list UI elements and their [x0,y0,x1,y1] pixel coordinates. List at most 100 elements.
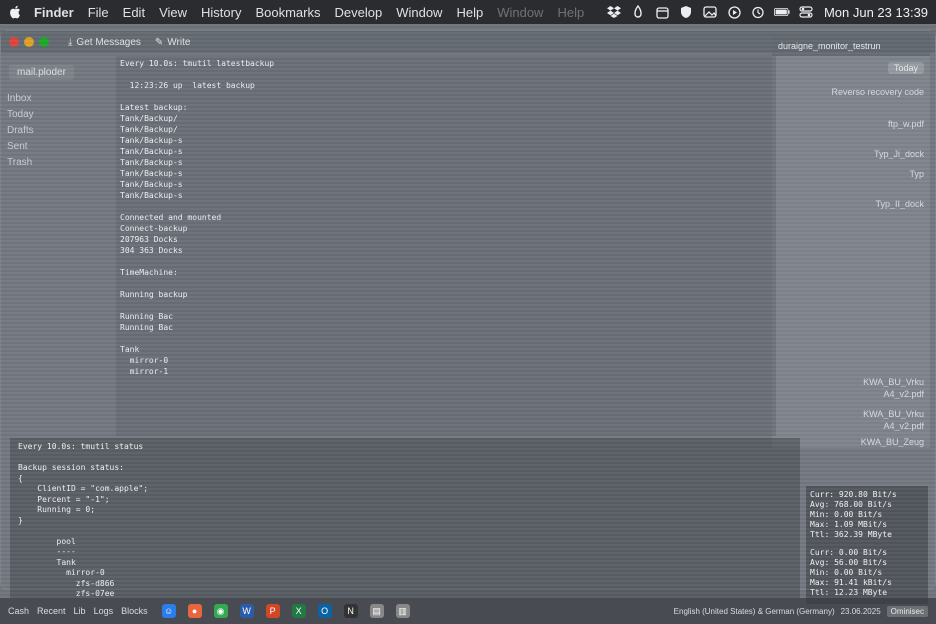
terminal-line: Running Bac [120,312,173,321]
terminal-line: ClientID = "com.apple"; [18,484,149,493]
finder-dock-icon[interactable]: ☺ [161,604,176,618]
folder-inbox[interactable]: Inbox [7,91,112,107]
terminal-line: Tank [120,345,140,354]
terminal-line: Backup session status: [18,463,124,472]
document-dock-icon[interactable]: ▥ [395,604,410,618]
terminal-line: 304 363 Docks [120,246,183,255]
menu-item-window[interactable]: Window [396,5,442,20]
dock-date: 23.06.2025 [840,606,881,616]
word-dock-icon[interactable]: W [239,604,254,618]
net-stat-line: Ttl: 362.39 MByte [810,530,892,539]
file-item[interactable]: KWA_BU_Vrku [863,376,924,388]
folder-sent[interactable]: Sent [7,139,112,155]
powerpoint-dock-icon[interactable]: P [265,604,280,618]
menu-item-view[interactable]: View [159,5,187,20]
file-item[interactable]: Typ_Ji_dock [874,148,924,160]
dock-label[interactable]: Lib [74,606,86,616]
terminal-line: mirror-0 [18,568,105,577]
menu-item-history[interactable]: History [201,5,241,20]
folder-trash[interactable]: Trash [7,155,112,171]
net-stat-line: Min: 0.00 Bit/s [810,510,883,519]
file-item[interactable]: ftp_w.pdf [888,118,924,130]
close-window-icon[interactable] [9,37,19,47]
file-item[interactable]: Typ [909,168,924,180]
image-icon[interactable] [702,4,718,20]
zoom-window-icon[interactable] [39,37,49,47]
net-stat-line: Ttl: 12.23 MByte [810,588,888,597]
minimize-window-icon[interactable] [24,37,34,47]
net-stat-line: Max: 91.41 kBit/s [810,578,892,587]
terminal-line: zfs-d866 [18,578,115,588]
network-stats-panel: Curr: 920.80 Bit/s Avg: 768.00 Bit/s Min: … [806,486,928,604]
input-language: English (United States) & German (German… [673,606,835,616]
today-button[interactable]: Today [887,62,924,74]
menu-item-app[interactable]: Finder [34,5,74,20]
dropbox-icon[interactable] [606,4,622,20]
shield-icon[interactable] [678,4,694,20]
file-panel-header: duraigne_monitor_testrun [772,36,930,56]
terminal-line: Tank [18,557,76,567]
notion-dock-icon[interactable]: N [343,604,358,618]
net-stat-gap [810,540,924,548]
terminal-line: Tank/Backup-s [120,191,183,200]
fuel-icon[interactable] [630,4,646,20]
menu-item-develop[interactable]: Develop [335,5,383,20]
outlook-dock-icon[interactable]: O [317,604,332,618]
dock-label[interactable]: Cash [8,606,29,616]
menu-item-bookmarks[interactable]: Bookmarks [255,5,320,20]
terminal-line: 12:23:26 up latest backup [120,81,255,90]
file-item[interactable]: KWA_BU_Zeug [861,436,924,448]
folder-drafts[interactable]: Drafts [7,123,112,139]
terminal-line: pool [18,536,76,546]
terminal-line: Every 10.0s: tmutil status [18,442,144,451]
file-item[interactable]: Reverso recovery code [831,86,924,98]
dock-label[interactable]: Logs [94,606,114,616]
terminal-line: Tank/Backup-s [120,158,183,167]
mail-account-tab[interactable]: mail.ploder [9,64,74,80]
net-stat-line: Curr: 0.00 Bit/s [810,548,888,557]
menu-clock[interactable]: Mon Jun 23 13:39 [824,5,928,20]
file-item[interactable]: A4_v2.pdf [883,420,924,432]
net-stat-line: Avg: 56.00 Bit/s [810,558,888,567]
apple-icon[interactable] [8,5,22,19]
terminal-watch-status[interactable]: Every 10.0s: tmutil status Backup session… [10,438,800,598]
control-center-icon[interactable] [798,4,814,20]
write-button[interactable]: ✎ Write [155,37,191,48]
menu-item-file[interactable]: File [88,5,109,20]
menu-item-edit[interactable]: Edit [123,5,145,20]
file-item[interactable]: Typ_II_dock [875,198,924,210]
terminal-line: Tank/Backup-s [120,147,183,156]
file-list-panel: duraigne_monitor_testrun Today Reverso r… [772,36,930,448]
terminal-line: TimeMachine: [120,268,178,277]
menu-item-help-ghost[interactable]: Help [557,5,584,20]
terminal-line: mirror-1 [120,367,169,376]
folder-today[interactable]: Today [7,107,112,123]
terminal-line: zfs-07ee [18,589,115,598]
terminal-line: Percent = "-1"; [18,494,110,504]
battery-icon[interactable] [773,4,790,20]
menu-item-help[interactable]: Help [456,5,483,20]
menu-item-window-ghost[interactable]: Window [497,5,543,20]
file-item[interactable]: A4_v2.pdf [883,388,924,400]
file-item[interactable]: KWA_BU_Vrku [863,408,924,420]
download-icon: ⤓ [68,36,73,48]
get-messages-button[interactable]: ⤓ Get Messages [68,37,141,48]
dock-badge: Ominisec [886,605,928,617]
pencil-icon: ✎ [154,36,164,48]
calendar-icon[interactable] [654,4,670,20]
time-machine-icon[interactable] [750,4,766,20]
excel-dock-icon[interactable]: X [291,604,306,618]
dock-label[interactable]: Blocks [121,606,148,616]
chrome-dock-icon[interactable]: ◉ [213,604,228,618]
dock: Cash Recent Lib Logs Blocks ☺ ● ◉ W P X … [0,598,936,624]
mail-folder-list: Inbox Today Drafts Sent Trash [7,91,112,171]
firefox-dock-icon[interactable]: ● [187,604,202,618]
terminal-watch-latestbackup[interactable]: Every 10.0s: tmutil latestbackup 12:23:2… [116,56,776,436]
dock-label[interactable]: Recent [37,606,66,616]
terminal-line: Connected and mounted [120,213,222,222]
notes-dock-icon[interactable]: ▤ [369,604,384,618]
play-icon[interactable] [726,4,742,20]
